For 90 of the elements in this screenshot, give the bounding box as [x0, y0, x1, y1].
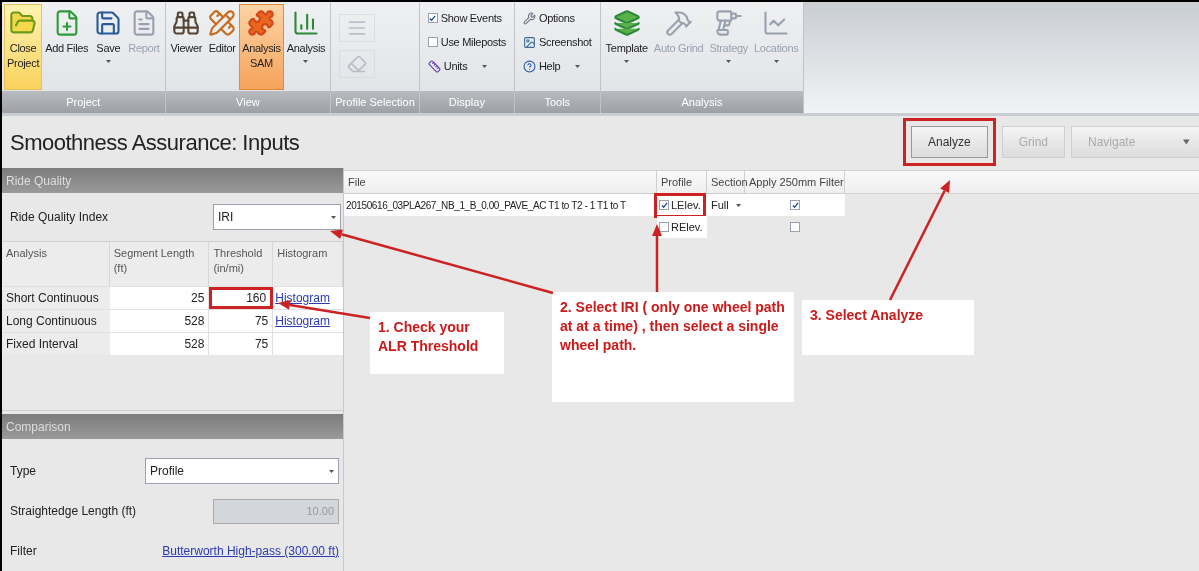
help-icon: [522, 59, 536, 73]
binoculars-icon: [172, 9, 201, 37]
checkbox[interactable]: [659, 222, 669, 232]
field-label: Filter: [10, 543, 37, 560]
ribbon-button[interactable]: Add Files: [42, 4, 92, 90]
ribbon-small-button[interactable]: Options: [522, 6, 575, 30]
pencil-ruler-icon: [208, 9, 237, 37]
table-cell: 528: [109, 333, 210, 355]
ribbon-small-button[interactable]: Units: [427, 54, 488, 78]
wrench-icon: [522, 11, 536, 25]
checkbox[interactable]: [659, 200, 669, 210]
caret-icon: [329, 469, 334, 473]
checkbox-label: Show Events: [440, 10, 502, 26]
caret-icon: [105, 60, 111, 63]
drill-icon: [714, 9, 743, 37]
column-header: Profile: [657, 171, 707, 193]
ribbon-button[interactable]: Viewer: [167, 4, 206, 90]
ribbon-button[interactable]: Analysis SAM: [239, 4, 284, 90]
callout-note: 3. Select Analyze: [802, 300, 974, 355]
callout-note: 1. Check your ALR Threshold: [370, 312, 504, 374]
ruler-icon: [427, 59, 441, 73]
ribbon-group-label: Project: [2, 91, 165, 114]
callout-note: 2. Select IRI ( only one wheel path at at a time) , then select a single wheel path.: [552, 292, 794, 402]
dropdown-arrow-icon: [1183, 139, 1190, 146]
checkbox[interactable]: [790, 200, 800, 210]
ribbon-button[interactable]: Analysis: [283, 4, 329, 90]
checkbox[interactable]: [427, 13, 438, 23]
section-dropdown[interactable]: Full: [707, 196, 745, 214]
dropdown[interactable]: IRI: [213, 204, 341, 230]
column-header: Histogram: [273, 242, 343, 286]
field-label: Ride Quality Index: [10, 209, 109, 226]
ribbon-checkbox[interactable]: Use Mileposts: [427, 30, 506, 54]
table-cell: Long Continuous: [2, 310, 110, 332]
table-cell: Fixed Interval: [2, 333, 110, 355]
column-header: Segment Length (ft): [109, 242, 210, 286]
dropdown[interactable]: Profile: [145, 458, 339, 484]
histogram-link[interactable]: Histogram: [273, 289, 332, 307]
table-cell: 528: [109, 310, 210, 332]
ribbon-group-label: Analysis: [600, 91, 804, 114]
caret-icon: [303, 60, 309, 63]
caret-icon: [331, 215, 336, 219]
bar-chart-icon: [292, 9, 320, 37]
profile-option[interactable]: RElev.: [657, 217, 705, 237]
caret-icon: [575, 64, 581, 68]
ribbon-small-button[interactable]: Help: [522, 54, 581, 78]
eraser-icon: [347, 54, 368, 74]
field-label: Type: [10, 463, 36, 480]
caret-icon: [482, 64, 488, 68]
ribbon-small-button[interactable]: Screenshot: [522, 30, 592, 54]
table-cell: 25: [109, 287, 210, 309]
checkbox[interactable]: [790, 222, 800, 232]
table-cell-text: 20150616_03PLA267_NB_1_B_0.00_PAVE_AC T1 to T2 - 1 T1 to T: [345, 198, 627, 213]
ribbon-button[interactable]: Editor: [205, 4, 240, 90]
ribbon-group-label: Profile Selection: [331, 91, 419, 114]
puzzle-icon: [247, 9, 276, 37]
ribbon-button[interactable]: Template: [602, 4, 651, 90]
table-cell: 75: [209, 310, 274, 332]
image-icon: [522, 35, 536, 49]
hammer-icon: [664, 9, 693, 37]
table-cell: 160: [209, 287, 274, 309]
ribbon-button[interactable]: Close Project: [4, 4, 43, 90]
column-header: File: [344, 171, 657, 193]
filter-link[interactable]: Butterworth High-pass (300.00 ft): [162, 542, 339, 560]
callout-arrow: [652, 224, 662, 292]
layers-icon: [612, 9, 641, 37]
table-cell: Short Continuous: [2, 287, 110, 309]
caret-icon: [773, 60, 779, 63]
save-icon: [94, 9, 123, 37]
ribbon-group-label: Display: [419, 91, 514, 114]
checkbox-label: Use Mileposts: [440, 34, 506, 50]
caret-icon: [726, 60, 732, 63]
table-cell: 75: [209, 333, 274, 355]
ribbon-button[interactable]: Save: [91, 4, 126, 90]
action-button[interactable]: Analyze: [910, 126, 988, 159]
caret-icon: [624, 60, 630, 63]
page-title: Smoothness Assurance: Inputs: [10, 128, 300, 157]
ribbon-group-label: Tools: [514, 91, 600, 114]
section-header: Ride Quality: [2, 168, 343, 193]
line-chart-icon: [762, 9, 791, 37]
ribbon-checkbox[interactable]: Show Events: [427, 6, 502, 30]
column-header: Section: [707, 171, 745, 193]
field-label: Straightedge Length (ft): [10, 503, 137, 520]
checkbox[interactable]: [427, 37, 438, 47]
ribbon-group-label: View: [165, 91, 331, 114]
align-icon: [347, 18, 368, 38]
section-header: Comparison: [2, 414, 343, 439]
caret-icon: [736, 203, 741, 207]
column-header: Threshold (in/mi): [209, 242, 274, 286]
column-header: Analysis: [2, 242, 110, 286]
histogram-link[interactable]: Histogram: [273, 312, 332, 330]
